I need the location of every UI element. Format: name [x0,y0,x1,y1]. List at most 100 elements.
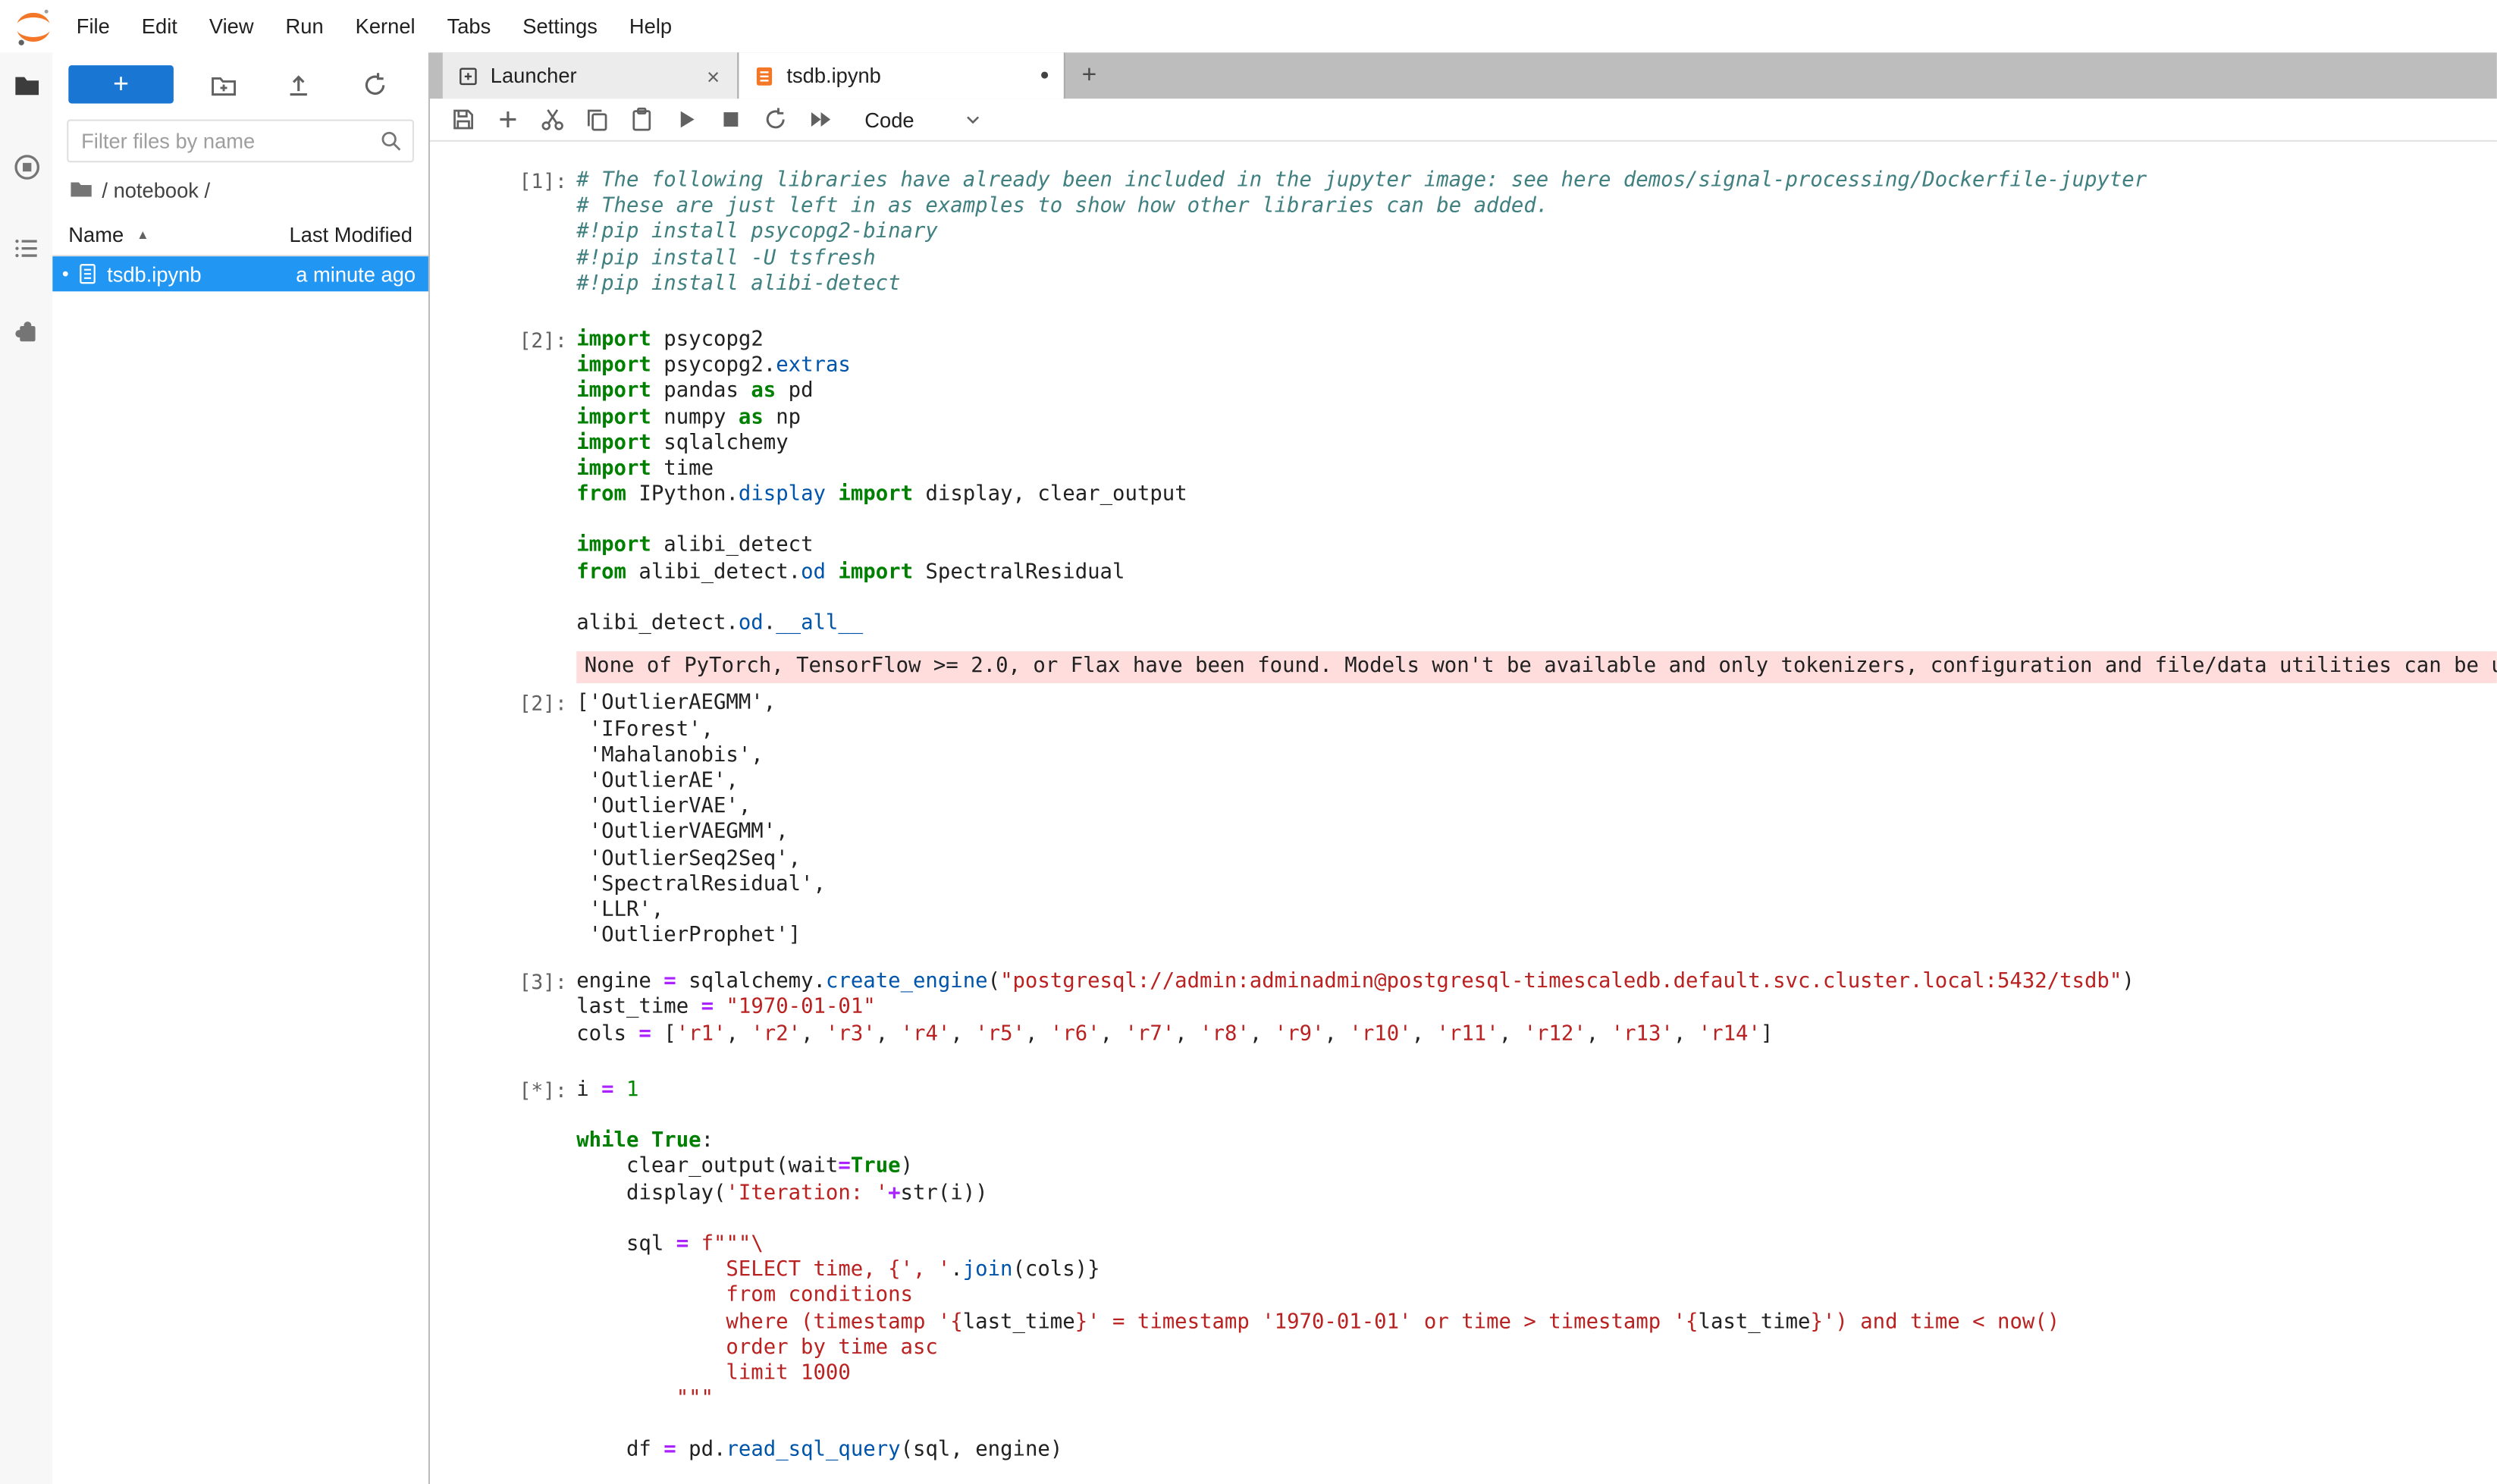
menu-view[interactable]: View [193,0,270,52]
code-line [576,1206,2497,1232]
cell-prompt: [1]: [519,169,577,298]
cell-type-select[interactable]: Code [861,105,986,135]
tab-launcher[interactable]: Launcher × [443,52,739,99]
code-line: 'OutlierProphet'] [576,924,2497,949]
code-line [576,1103,2497,1129]
menu-edit[interactable]: Edit [126,0,193,52]
table-of-contents-icon[interactable] [12,234,41,263]
cell-prompt: [2]: [519,328,577,637]
code-line: import alibi_detect [576,534,2497,560]
save-icon[interactable] [441,99,486,139]
code-line: display('Iteration: '+str(i)) [576,1181,2497,1206]
left-sidebar-rail [0,52,52,1484]
new-folder-icon[interactable] [187,71,262,98]
main-dock-panel: Launcher × tsdb.ipynb ● + [430,52,2497,1484]
code-line: limit 1000 [576,1361,2497,1387]
file-browser-panel: + / notebook / [52,52,430,1484]
run-cell-icon[interactable] [664,99,709,139]
tab-tsdb-notebook[interactable]: tsdb.ipynb ● [739,52,1065,99]
code-line [576,1413,2497,1439]
code-line: #!pip install -U tsfresh [576,246,2497,272]
cell-prompt: [*]: [519,1078,577,1464]
menu-kernel[interactable]: Kernel [340,0,431,52]
code-line: 'IForest', [576,717,2497,743]
breadcrumb-path: / notebook / [102,177,210,202]
column-name[interactable]: Name ▲ [68,223,289,247]
code-line: import sqlalchemy [576,431,2497,456]
code-line: #!pip install psycopg2-binary [576,221,2497,246]
code-cell: [1]:# The following libraries have alrea… [430,169,2497,298]
close-icon[interactable]: × [704,64,723,86]
menu-bar: File Edit View Run Kernel Tabs Settings … [0,0,2497,52]
paste-cells-icon[interactable] [620,99,664,139]
code-line: df = pd.read_sql_query(sql, engine) [576,1439,2497,1464]
restart-kernel-icon[interactable] [753,99,798,139]
breadcrumb[interactable]: / notebook / [52,169,428,211]
new-launcher-button[interactable]: + [68,65,174,103]
menu-file[interactable]: File [61,0,126,52]
stderr-output-cell: None of PyTorch, TensorFlow >= 2.0, or F… [430,651,2497,683]
filter-files-container [67,120,414,163]
upload-icon[interactable] [262,71,337,98]
code-editor[interactable]: # The following libraries have already b… [576,169,2497,298]
folder-icon [68,177,94,202]
code-line: last_time = "1970-01-01" [576,996,2497,1021]
unsaved-dot-icon[interactable]: ● [1040,67,1049,83]
code-line: 'SpectralResidual', [576,872,2497,898]
code-editor[interactable]: i = 1 while True: clear_output(wait=True… [576,1078,2497,1464]
search-icon [379,129,403,153]
code-editor[interactable]: engine = sqlalchemy.create_engine("postg… [576,970,2497,1047]
code-line [576,508,2497,534]
new-tab-button[interactable]: + [1065,52,1113,99]
code-line: 'OutlierSeq2Seq', [576,846,2497,872]
code-line [576,585,2497,611]
launcher-icon [457,64,479,86]
code-line: import pandas as pd [576,379,2497,405]
column-last-modified[interactable]: Last Modified [290,223,413,247]
code-line: order by time asc [576,1335,2497,1361]
copy-cells-icon[interactable] [575,99,620,139]
stderr-output: None of PyTorch, TensorFlow >= 2.0, or F… [576,651,2497,683]
code-line: where (timestamp '{last_time}' = timesta… [576,1310,2497,1335]
menu-run[interactable]: Run [270,0,340,52]
add-cell-icon[interactable] [486,99,531,139]
code-line: ['OutlierAEGMM', [576,692,2497,717]
code-line: 'OutlierVAE', [576,795,2497,820]
code-line: # The following libraries have already b… [576,169,2497,195]
code-line: """ [576,1387,2497,1413]
cell-prompt: [3]: [519,970,577,1047]
code-cell: [*]:i = 1 while True: clear_output(wait=… [430,1078,2497,1464]
code-line: 'LLR', [576,898,2497,924]
restart-run-all-icon[interactable] [798,99,842,139]
code-line: 'Mahalanobis', [576,743,2497,769]
extensions-icon[interactable] [12,315,41,344]
dock-tab-bar: Launcher × tsdb.ipynb ● + [430,52,2497,99]
notebook-toolbar: Code [430,99,2497,142]
code-line: engine = sqlalchemy.create_engine("postg… [576,970,2497,996]
cut-cells-icon[interactable] [530,99,575,139]
stop-kernel-icon[interactable] [708,99,753,139]
unsaved-dot-icon: • [62,265,69,284]
code-line: cols = ['r1', 'r2', 'r3', 'r4', 'r5', 'r… [576,1021,2497,1047]
code-line: #!pip install alibi-detect [576,272,2497,298]
menu-settings[interactable]: Settings [507,0,613,52]
result-output-cell: [2]:['OutlierAEGMM', 'IForest', 'Mahalan… [430,692,2497,949]
running-sessions-icon[interactable] [12,153,41,182]
refresh-icon[interactable] [337,71,412,98]
code-line: 'OutlierVAEGMM', [576,820,2497,846]
code-line: 'OutlierAE', [576,769,2497,795]
menu-help[interactable]: Help [613,0,688,52]
code-line: i = 1 [576,1078,2497,1103]
file-browser-icon[interactable] [12,71,41,100]
filter-files-input[interactable] [67,120,414,163]
code-line: clear_output(wait=True) [576,1155,2497,1181]
cell-prompt: [2]: [519,692,577,949]
menu-tabs[interactable]: Tabs [431,0,507,52]
code-editor[interactable]: import psycopg2import psycopg2.extrasimp… [576,328,2497,637]
code-line: SELECT time, {', '.join(cols)} [576,1258,2497,1284]
jupyterlab-app: File Edit View Run Kernel Tabs Settings … [0,0,2497,1484]
file-row-tsdb[interactable]: • tsdb.ipynb a minute ago [52,256,428,291]
code-line: import psycopg2.extras [576,353,2497,379]
code-line: alibi_detect.od.__all__ [576,611,2497,637]
output-text: ['OutlierAEGMM', 'IForest', 'Mahalanobis… [576,692,2497,949]
